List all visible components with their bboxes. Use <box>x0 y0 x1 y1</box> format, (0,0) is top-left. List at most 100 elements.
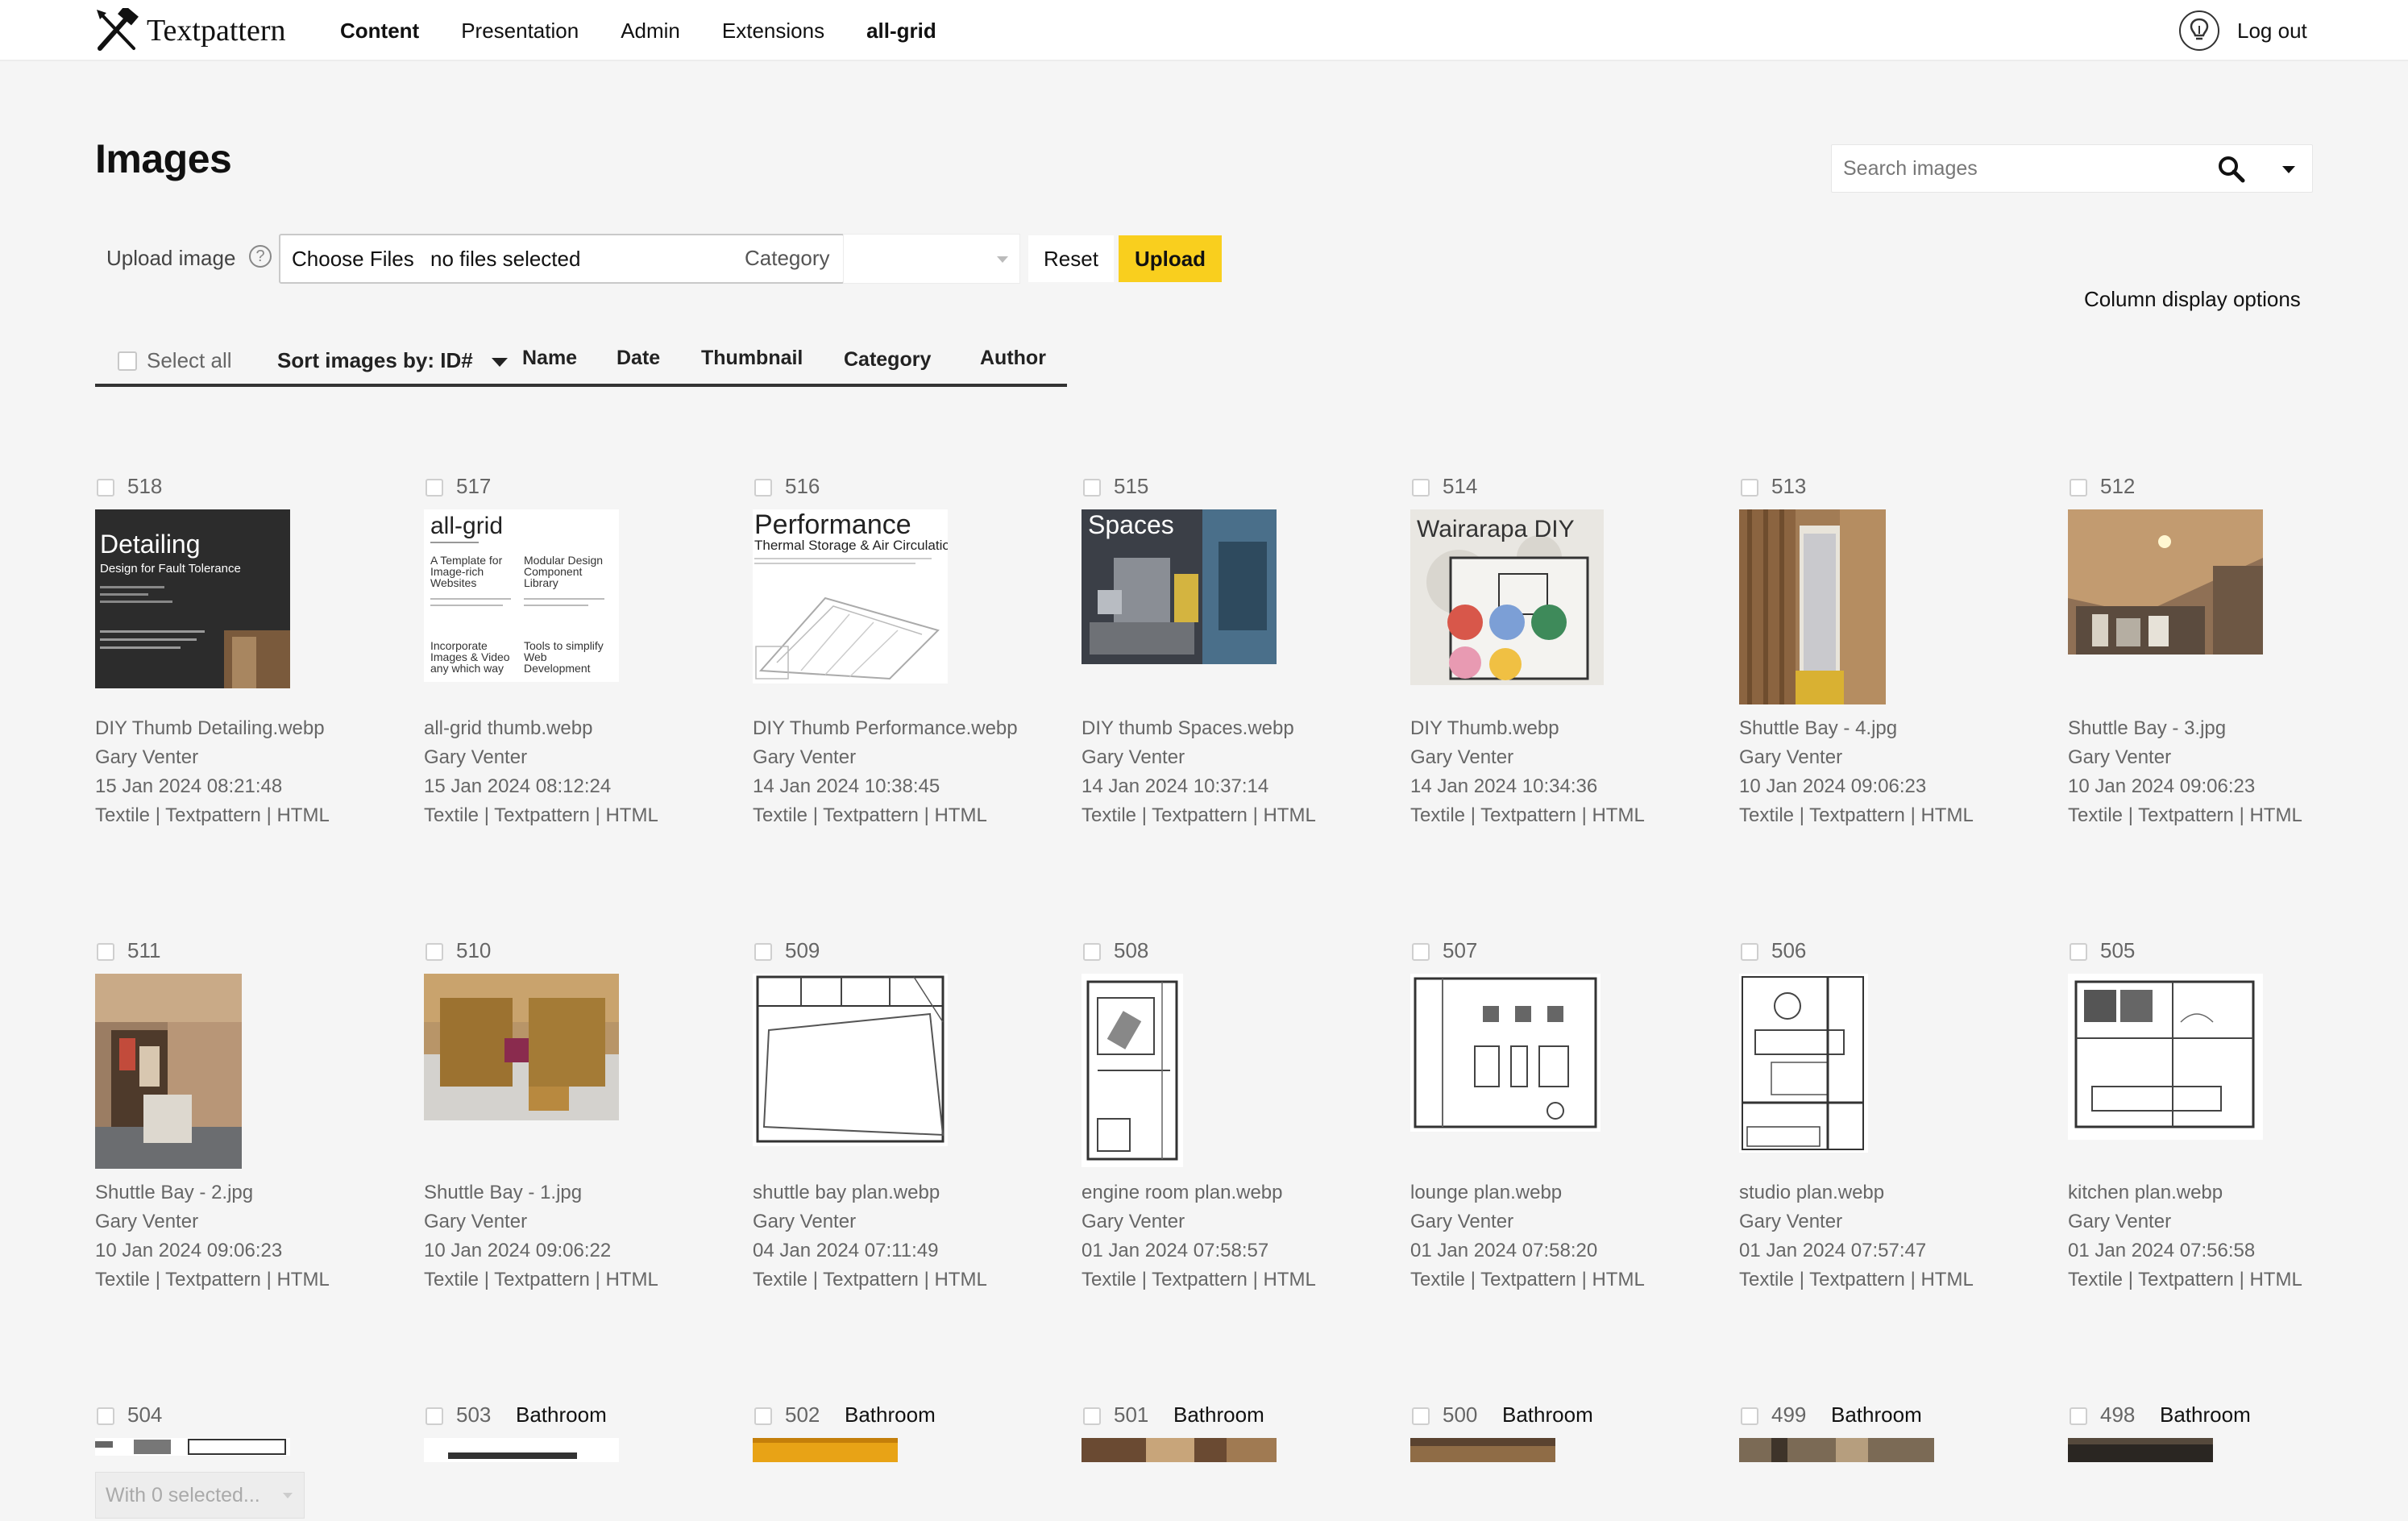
image-checkbox[interactable] <box>754 479 772 497</box>
image-name[interactable]: Shuttle Bay - 2.jpg <box>95 1178 414 1207</box>
image-checkbox[interactable] <box>1741 943 1758 961</box>
image-name[interactable]: studio plan.webp <box>1739 1178 2058 1207</box>
search-icon[interactable] <box>2217 155 2246 184</box>
image-name[interactable]: shuttle bay plan.webp <box>753 1178 1072 1207</box>
image-tags: Textile | Textpattern | HTML <box>2068 1269 2302 1290</box>
image-checkbox[interactable] <box>426 943 443 961</box>
image-author: Gary Venter <box>753 746 857 768</box>
image-name[interactable]: Shuttle Bay - 3.jpg <box>2068 714 2387 743</box>
sort-option-thumbnail[interactable]: Thumbnail <box>701 347 803 370</box>
image-name[interactable]: kitchen plan.webp <box>2068 1178 2387 1207</box>
sort-by-dropdown[interactable]: Sort images by: ID# <box>277 348 473 373</box>
image-thumbnail[interactable] <box>1739 974 1868 1153</box>
image-checkbox[interactable] <box>2070 1407 2087 1425</box>
sort-option-name[interactable]: Name <box>522 347 577 370</box>
image-thumbnail[interactable] <box>1739 1438 1934 1462</box>
select-all-checkbox[interactable] <box>118 351 137 371</box>
choose-files-button[interactable]: Choose Files <box>292 247 414 272</box>
image-card: 513 Shuttle Bay - 4.jpg Gary Venter 10 J… <box>1739 472 2058 827</box>
textpattern-logo[interactable]: Textpattern <box>93 8 285 53</box>
image-thumbnail[interactable] <box>95 974 242 1169</box>
nav-admin[interactable]: Admin <box>621 19 680 44</box>
nav-all-grid[interactable]: all-grid <box>866 19 936 44</box>
column-display-options-link[interactable]: Column display options <box>2084 287 2301 312</box>
image-checkbox[interactable] <box>754 943 772 961</box>
image-card: 508 engine room plan.webp Gary Venter 01… <box>1082 937 1401 1291</box>
image-thumbnail[interactable] <box>753 974 948 1146</box>
image-checkbox[interactable] <box>1412 1407 1430 1425</box>
image-thumbnail[interactable] <box>95 1438 290 1456</box>
image-checkbox[interactable] <box>2070 479 2087 497</box>
image-thumbnail[interactable] <box>1410 1438 1555 1462</box>
search-box <box>1831 144 2313 193</box>
image-thumbnail[interactable] <box>424 1438 619 1462</box>
thumb-title: Spaces <box>1088 510 1174 539</box>
image-checkbox[interactable] <box>426 479 443 497</box>
sort-option-date[interactable]: Date <box>617 347 660 370</box>
image-tags: Textile | Textpattern | HTML <box>1082 1269 1316 1290</box>
image-name[interactable]: DIY Thumb Detailing.webp <box>95 714 414 743</box>
image-thumbnail[interactable] <box>2068 974 2263 1140</box>
help-icon[interactable]: ? <box>249 245 272 268</box>
nav-presentation[interactable]: Presentation <box>461 19 579 44</box>
upload-image-label: Upload image <box>106 246 236 270</box>
image-checkbox[interactable] <box>1741 1407 1758 1425</box>
image-thumbnail[interactable]: Performance Thermal Storage & Air Circul… <box>753 509 948 684</box>
sort-option-category[interactable]: Category <box>844 348 931 372</box>
image-checkbox[interactable] <box>1083 943 1101 961</box>
nav-extensions[interactable]: Extensions <box>722 19 824 44</box>
image-thumbnail[interactable] <box>753 1438 898 1462</box>
sort-option-author[interactable]: Author <box>980 347 1046 370</box>
image-thumbnail[interactable]: Detailing Design for Fault Tolerance <box>95 509 290 688</box>
lightbulb-icon[interactable] <box>2179 10 2219 51</box>
image-name[interactable]: DIY Thumb.webp <box>1410 714 1729 743</box>
image-thumbnail[interactable] <box>2068 509 2263 655</box>
image-thumbnail[interactable] <box>1410 974 1600 1132</box>
chevron-down-icon[interactable] <box>492 358 508 367</box>
image-author: Gary Venter <box>2068 746 2172 768</box>
image-name[interactable]: DIY thumb Spaces.webp <box>1082 714 1401 743</box>
image-checkbox[interactable] <box>1412 943 1430 961</box>
with-selected-dropdown[interactable]: With 0 selected... <box>95 1472 305 1519</box>
image-checkbox[interactable] <box>97 479 114 497</box>
image-name[interactable]: DIY Thumb Performance.webp <box>753 714 1072 743</box>
image-thumbnail[interactable]: Spaces <box>1082 509 1277 664</box>
image-id: 506 <box>1771 938 1807 962</box>
image-name[interactable]: Shuttle Bay - 1.jpg <box>424 1178 743 1207</box>
image-checkbox[interactable] <box>1741 479 1758 497</box>
image-author: Gary Venter <box>753 1211 857 1232</box>
image-id: 508 <box>1114 938 1149 962</box>
image-thumbnail[interactable] <box>1082 1438 1277 1462</box>
image-checkbox[interactable] <box>1083 479 1101 497</box>
image-thumbnail[interactable] <box>1739 509 1886 704</box>
image-checkbox[interactable] <box>754 1407 772 1425</box>
image-name[interactable]: lounge plan.webp <box>1410 1178 1729 1207</box>
image-name[interactable]: all-grid thumb.webp <box>424 714 743 743</box>
category-select[interactable] <box>843 234 1020 284</box>
with-selected-label: With 0 selected... <box>106 1484 260 1506</box>
nav-content[interactable]: Content <box>340 19 419 44</box>
hammer-pen-icon <box>97 8 139 51</box>
image-checkbox[interactable] <box>1412 479 1430 497</box>
image-id: 511 <box>127 938 161 962</box>
image-checkbox[interactable] <box>2070 943 2087 961</box>
search-input[interactable] <box>1843 145 2198 192</box>
image-checkbox[interactable] <box>1083 1407 1101 1425</box>
image-thumbnail[interactable]: Wairarapa DIY <box>1410 509 1604 685</box>
image-id: 500 <box>1443 1403 1478 1427</box>
logout-link[interactable]: Log out <box>2237 0 2307 61</box>
image-thumbnail[interactable]: all-grid A Template for Image-rich Websi… <box>424 509 619 682</box>
image-thumbnail[interactable] <box>2068 1438 2213 1462</box>
upload-button[interactable]: Upload <box>1119 235 1222 282</box>
image-name[interactable]: Shuttle Bay - 4.jpg <box>1739 714 2058 743</box>
image-thumbnail[interactable] <box>424 974 619 1120</box>
select-all-label[interactable]: Select all <box>147 348 232 373</box>
image-thumbnail[interactable] <box>1082 974 1183 1167</box>
image-card: 504 <box>95 1401 414 1465</box>
image-name[interactable]: engine room plan.webp <box>1082 1178 1401 1207</box>
reset-button[interactable]: Reset <box>1028 235 1114 282</box>
chevron-down-icon[interactable] <box>2275 155 2302 184</box>
image-checkbox[interactable] <box>97 943 114 961</box>
image-checkbox[interactable] <box>426 1407 443 1425</box>
image-checkbox[interactable] <box>97 1407 114 1425</box>
